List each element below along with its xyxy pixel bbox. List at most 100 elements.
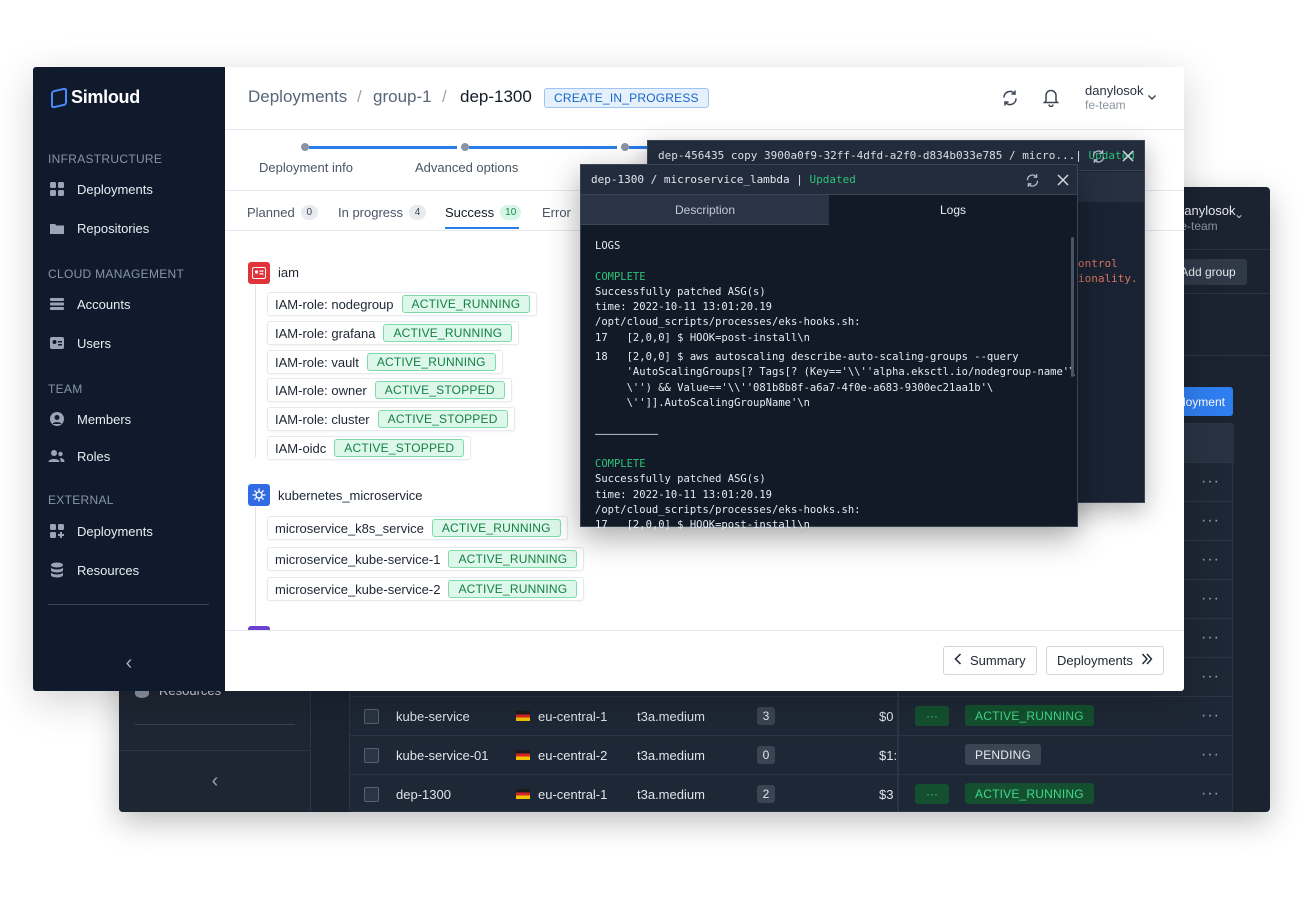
tab-label: In progress	[338, 205, 404, 220]
sidebar-item-repositories[interactable]: Repositories	[48, 220, 149, 236]
breadcrumb-deployments[interactable]: Deployments	[248, 87, 347, 107]
tab-success[interactable]: Success 10	[445, 205, 522, 220]
log-line: 17 [2,0,0] $ HOOK=post-install\n	[595, 331, 810, 344]
tab-logs[interactable]: Logs	[829, 195, 1077, 225]
refresh-icon[interactable]	[1001, 89, 1019, 107]
step-label-advanced-options[interactable]: Advanced options	[415, 160, 518, 175]
list-item[interactable]: IAM-role: nodegroup ACTIVE_RUNNING	[267, 292, 538, 316]
row-cost: $0	[879, 709, 894, 724]
sidebar-item-roles[interactable]: Roles	[48, 448, 110, 464]
row-menu-icon[interactable]: ···	[1201, 512, 1220, 530]
log-line: /opt/cloud_scripts/processes/eks-hooks.s…	[595, 504, 861, 517]
back-sidebar-divider	[135, 724, 295, 725]
kubernetes-icon	[248, 484, 270, 506]
log-line: Successfully patched ASG(s)	[595, 473, 766, 486]
row-more-button[interactable]: ···	[915, 706, 949, 726]
list-item[interactable]: microservice_kube-service-1 ACTIVE_RUNNIN…	[267, 547, 585, 571]
sidebar-item-members[interactable]: Members	[48, 411, 131, 427]
sidebar-item-users[interactable]: Users	[48, 335, 111, 351]
row-menu-icon[interactable]: ···	[1201, 590, 1220, 608]
list-item[interactable]: IAM-role: owner ACTIVE_STOPPED	[267, 378, 512, 402]
step-label-deployment-info[interactable]: Deployment info	[259, 160, 353, 175]
row-instance-type: t3a.medium	[637, 748, 705, 763]
row-count: 3	[757, 707, 775, 725]
tab-label: Success	[445, 205, 495, 220]
row-checkbox[interactable]	[364, 787, 379, 802]
item-label: IAM-role: owner	[275, 382, 367, 398]
breadcrumb-group[interactable]: group-1	[373, 87, 432, 107]
list-item[interactable]: IAM-role: vault ACTIVE_RUNNING	[267, 350, 503, 374]
row-menu-icon[interactable]: ···	[1201, 473, 1220, 491]
row-menu-icon[interactable]: ···	[1201, 785, 1220, 803]
row-count: 0	[757, 746, 775, 764]
active-tab-indicator	[445, 227, 519, 229]
chevron-down-icon[interactable]	[1147, 89, 1157, 101]
status-badge: ACTIVE_RUNNING	[401, 295, 531, 313]
sidebar-item-label: Resources	[77, 562, 140, 578]
sidebar-item-external-deployments[interactable]: Deployments	[48, 523, 153, 539]
sidebar-item-accounts[interactable]: Accounts	[48, 296, 130, 312]
bell-icon[interactable]	[1042, 87, 1060, 108]
close-icon[interactable]	[1055, 172, 1071, 188]
row-menu-icon[interactable]: ···	[1201, 668, 1220, 686]
sidebar: Simloud INFRASTRUCTURE Deployments Repos…	[33, 67, 225, 691]
table-row[interactable]: kube-service eu-central-1 t3a.medium 3 $…	[350, 696, 1234, 735]
sidebar-item-deployments[interactable]: Deployments	[48, 181, 153, 197]
back-user-name[interactable]: danylosok	[1177, 203, 1236, 218]
log-window-titlebar[interactable]: dep-1300 / microservice_lambda | Updated	[581, 165, 1077, 195]
page-title: dep-1300	[460, 87, 532, 106]
button-label: Summary	[970, 653, 1026, 668]
log-window-title: dep-1300 / microservice_lambda | Updated	[591, 173, 856, 186]
row-name: kube-service-01	[396, 748, 489, 763]
row-menu-icon[interactable]: ···	[1201, 707, 1220, 725]
group-title[interactable]: kubernetes_microservice	[278, 488, 423, 503]
row-checkbox[interactable]	[364, 748, 379, 763]
tab-in-progress[interactable]: In progress 4	[338, 205, 427, 220]
deployments-button[interactable]: Deployments	[1046, 646, 1164, 675]
list-item[interactable]: microservice_k8s_service ACTIVE_RUNNING	[267, 516, 568, 540]
table-row[interactable]: kube-service-01 eu-central-2 t3a.medium …	[350, 735, 1234, 774]
item-label: microservice_kube-service-1	[275, 551, 441, 567]
section-title: EXTERNAL	[48, 493, 114, 507]
log-line: time: 2022-10-11 13:01:20.19	[595, 301, 773, 314]
logo[interactable]: Simloud	[51, 86, 140, 109]
table-row[interactable]: dep-1300 eu-central-1 t3a.medium 2 $3 ··…	[350, 774, 1234, 812]
step-connector	[469, 146, 617, 149]
step-dot	[461, 143, 469, 151]
tab-error[interactable]: Error	[542, 205, 571, 220]
back-collapse-chevron-icon[interactable]: ‹	[119, 750, 311, 812]
status-badge: ACTIVE_RUNNING	[366, 353, 496, 371]
log-line: ——————————	[595, 427, 659, 440]
refresh-icon[interactable]	[1090, 148, 1106, 164]
list-item[interactable]: IAM-oidc ACTIVE_STOPPED	[267, 436, 472, 460]
row-menu-icon[interactable]: ···	[1201, 746, 1220, 764]
collapse-sidebar-chevron-icon[interactable]: ‹	[33, 635, 225, 691]
row-menu-icon[interactable]: ···	[1201, 629, 1220, 647]
group-title[interactable]: iam	[278, 265, 299, 280]
scrollbar[interactable]	[1071, 237, 1074, 377]
row-more-button[interactable]: ···	[915, 784, 949, 804]
sidebar-item-label: Roles	[77, 448, 111, 464]
user-name[interactable]: danylosok	[1085, 83, 1144, 98]
chevron-left-icon	[954, 653, 962, 668]
log-output: LOGS COMPLETE Successfully patched ASG(s)…	[595, 239, 1075, 534]
tab-planned[interactable]: Planned 0	[247, 205, 318, 220]
log-line: 18 [2,0,0] $ aws autoscaling describe-au…	[595, 351, 1019, 364]
tab-label: Error	[542, 205, 571, 220]
list-item[interactable]: IAM-role: grafana ACTIVE_RUNNING	[267, 321, 520, 345]
chevron-down-icon[interactable]: ⌄	[1234, 207, 1244, 221]
row-checkbox[interactable]	[364, 709, 379, 724]
row-menu-icon[interactable]: ···	[1201, 551, 1220, 569]
section-title: TEAM	[48, 382, 83, 396]
tab-description[interactable]: Description	[581, 195, 829, 225]
sidebar-item-resources[interactable]: Resources	[48, 562, 139, 578]
list-item[interactable]: microservice_kube-service-2 ACTIVE_RUNNIN…	[267, 577, 585, 601]
step-connector	[309, 146, 457, 149]
close-icon[interactable]	[1120, 148, 1136, 164]
list-item[interactable]: IAM-role: cluster ACTIVE_STOPPED	[267, 407, 515, 431]
refresh-icon[interactable]	[1024, 172, 1040, 188]
summary-button[interactable]: Summary	[943, 646, 1037, 675]
item-label: IAM-role: vault	[275, 354, 359, 370]
item-label: IAM-role: cluster	[275, 411, 370, 427]
